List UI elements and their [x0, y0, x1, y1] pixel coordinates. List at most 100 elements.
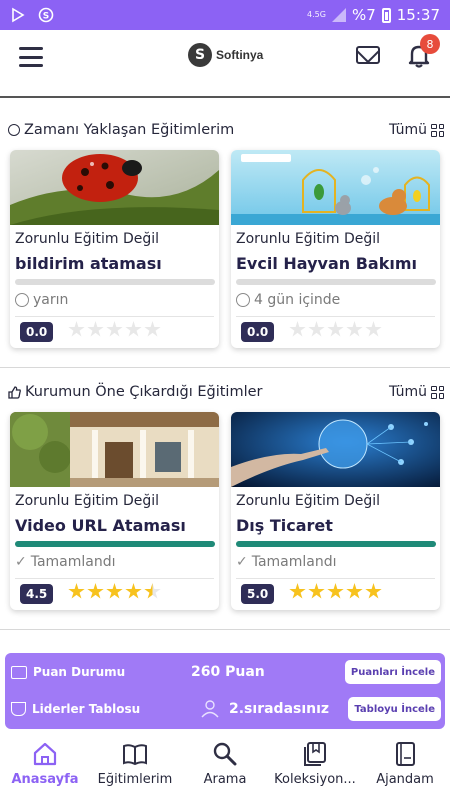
- nav-item-search[interactable]: Arama: [180, 735, 270, 800]
- logo-mark: S: [188, 43, 212, 67]
- mail-icon[interactable]: [356, 46, 380, 64]
- notification-badge: 8: [420, 34, 440, 54]
- card-subtitle: Zorunlu Eğitim Değil: [236, 231, 381, 247]
- progress-bar: [15, 279, 215, 285]
- nav-item-agenda[interactable]: Ajandam: [360, 735, 450, 800]
- star-icon: [68, 321, 85, 337]
- star-icon: [125, 583, 142, 599]
- card-divider: [15, 578, 214, 579]
- card-divider: [236, 316, 435, 317]
- see-all-upcoming-button[interactable]: Tümü: [389, 122, 444, 138]
- app-logo: S Softinya: [188, 43, 263, 67]
- logo-text: Softinya: [216, 48, 264, 62]
- progress-fill: [15, 541, 215, 547]
- clock-icon: [8, 124, 20, 136]
- nav-label: Ajandam: [376, 772, 434, 787]
- star-icon: [87, 321, 104, 337]
- progress-bar: [15, 541, 215, 547]
- battery-icon: [381, 7, 391, 23]
- rating-badge: 5.0: [241, 584, 275, 604]
- star-icon: [68, 583, 85, 599]
- section-divider: [0, 629, 450, 630]
- star-icon: [346, 321, 363, 337]
- course-card-dis-ticaret[interactable]: Zorunlu Eğitim Değil Dış Ticaret ✓ Tamam…: [231, 412, 440, 610]
- star-half-icon: [144, 583, 161, 599]
- check-icon: ✓: [236, 554, 248, 570]
- nav-item-trainings[interactable]: Eğitimlerim: [90, 735, 180, 800]
- score-row: Puan Durumu 260 Puan Puanları İncele: [11, 657, 441, 687]
- status-info: ✓ Tamamlandı: [15, 554, 116, 570]
- star-rating: [289, 321, 382, 338]
- person-icon: [201, 700, 219, 718]
- rating-badge: 4.5: [20, 584, 54, 604]
- due-text: 4 gün içinde: [254, 292, 341, 308]
- points-panel: Puan Durumu 260 Puan Puanları İncele Lid…: [5, 653, 445, 729]
- app-notification-icon: S: [38, 7, 54, 23]
- ladybug-thumbnail: [10, 150, 219, 225]
- card-divider: [236, 578, 435, 579]
- star-rating: [68, 583, 161, 600]
- clock-icon: [15, 293, 29, 307]
- see-all-label: Tümü: [388, 122, 427, 138]
- progress-bar: [236, 541, 436, 547]
- agenda-icon: [396, 742, 415, 766]
- card-title: Dış Ticaret: [236, 516, 333, 535]
- star-icon: [308, 583, 325, 599]
- section-upcoming-header: Zamanı Yaklaşan Eğitimlerim Tümü: [8, 119, 444, 141]
- see-all-featured-button[interactable]: Tümü: [389, 384, 444, 400]
- rating-badge: 0.0: [20, 322, 54, 342]
- grid-icon: [431, 385, 444, 399]
- due-text: yarın: [33, 292, 69, 308]
- score-label: Puan Durumu: [33, 665, 126, 679]
- nav-label: Eğitimlerim: [97, 772, 173, 787]
- status-text: Tamamlandı: [251, 554, 337, 570]
- search-icon: [213, 742, 237, 766]
- star-icon: [346, 583, 363, 599]
- star-icon: [87, 583, 104, 599]
- thumbs-up-icon: [8, 385, 21, 399]
- section-featured-title: Kurumun Öne Çıkardığı Eğitimler: [8, 384, 262, 400]
- card-subtitle: Zorunlu Eğitim Değil: [236, 493, 381, 509]
- star-icon: [144, 321, 161, 337]
- globe-tech-thumbnail: [231, 412, 440, 487]
- card-divider: [15, 316, 214, 317]
- bottom-navigation: Anasayfa Eğitimlerim Arama Koleksiyon...…: [0, 735, 450, 800]
- card-title: Video URL Ataması: [15, 516, 186, 535]
- course-card-video-url[interactable]: Zorunlu Eğitim Değil Video URL Ataması ✓…: [10, 412, 219, 610]
- book-icon: [123, 744, 147, 766]
- nav-label: Anasayfa: [11, 772, 79, 787]
- app-bar-divider: [0, 96, 450, 98]
- star-rating: [289, 583, 382, 600]
- score-value: 260 Puan: [191, 664, 265, 680]
- course-card-bildirim[interactable]: Zorunlu Eğitim Değil bildirim ataması ya…: [10, 150, 219, 348]
- course-card-evcil[interactable]: Zorunlu Eğitim Değil Evcil Hayvan Bakımı…: [231, 150, 440, 348]
- nav-label: Arama: [203, 772, 247, 787]
- leader-rank: 2.sıradasınız: [229, 701, 330, 717]
- view-points-button[interactable]: Puanları İncele: [344, 660, 441, 684]
- star-icon: [125, 321, 142, 337]
- see-all-label: Tümü: [388, 384, 427, 400]
- star-icon: [289, 321, 306, 337]
- network-label: 4.5G: [307, 10, 326, 19]
- score-label-wrap: Puan Durumu: [11, 665, 181, 679]
- home-icon: [33, 742, 57, 766]
- section-title-text: Zamanı Yaklaşan Eğitimlerim: [24, 122, 235, 138]
- leaderboard-row: Liderler Tablosu 2.sıradasınız Tabloyu İ…: [11, 694, 441, 724]
- collection-icon: [304, 742, 326, 766]
- check-icon: ✓: [15, 554, 27, 570]
- table-icon: [11, 665, 27, 679]
- leader-label-wrap: Liderler Tablosu: [11, 702, 181, 716]
- app-bar: S Softinya 8: [0, 30, 450, 88]
- nav-item-home[interactable]: Anasayfa: [0, 735, 90, 800]
- card-subtitle: Zorunlu Eğitim Değil: [15, 231, 160, 247]
- view-leaderboard-button[interactable]: Tabloyu İncele: [348, 697, 441, 721]
- section-divider: [0, 367, 450, 368]
- star-icon: [365, 583, 382, 599]
- nav-item-collections[interactable]: Koleksiyon...: [270, 735, 360, 800]
- signal-icon: [331, 8, 346, 22]
- menu-icon[interactable]: [19, 47, 43, 67]
- section-title-text: Kurumun Öne Çıkardığı Eğitimler: [25, 384, 263, 400]
- card-title: Evcil Hayvan Bakımı: [236, 254, 417, 273]
- star-icon: [106, 583, 123, 599]
- grid-icon: [431, 123, 444, 137]
